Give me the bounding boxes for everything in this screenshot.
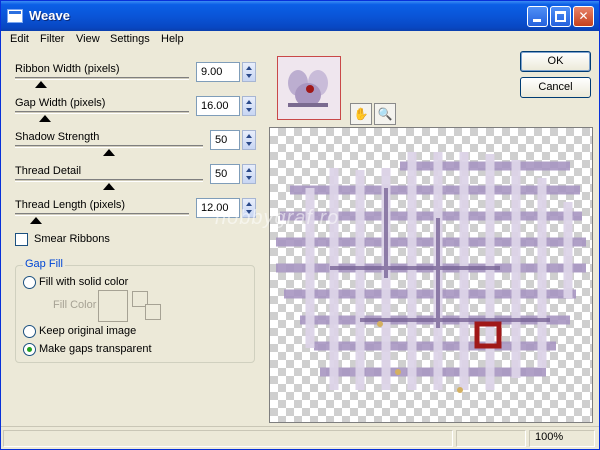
cancel-button[interactable]: Cancel xyxy=(520,77,591,98)
thread-length-thumb[interactable] xyxy=(29,217,42,224)
fill-solid-radio[interactable] xyxy=(23,276,36,289)
maximize-button[interactable] xyxy=(550,6,571,27)
ribbon-width-spinner[interactable] xyxy=(242,62,256,82)
smear-ribbons-checkbox[interactable] xyxy=(15,233,28,246)
shadow-strength-input[interactable] xyxy=(210,130,240,150)
menu-filter[interactable]: Filter xyxy=(40,33,64,45)
gap-width-thumb[interactable] xyxy=(38,115,51,122)
ribbon-width-input[interactable] xyxy=(196,62,240,82)
thread-detail-input[interactable] xyxy=(210,164,240,184)
zoom-tool-button[interactable]: 🔍 xyxy=(374,103,396,125)
transparent-label[interactable]: Make gaps transparent xyxy=(39,343,152,355)
menu-view[interactable]: View xyxy=(76,33,100,45)
fill-solid-label[interactable]: Fill with solid color xyxy=(39,276,128,288)
window-title: Weave xyxy=(29,8,70,23)
pan-tool-button[interactable]: ✋ xyxy=(350,103,372,125)
smear-ribbons-label[interactable]: Smear Ribbons xyxy=(34,233,110,245)
weave-preview-image xyxy=(276,152,586,393)
minimize-button[interactable] xyxy=(527,6,548,27)
hand-icon: ✋ xyxy=(353,107,369,121)
thumbnail-image xyxy=(278,57,340,119)
shadow-strength-spinner[interactable] xyxy=(242,130,256,150)
menu-edit[interactable]: Edit xyxy=(10,33,29,45)
window-icon xyxy=(7,9,23,23)
watermark: hobbygraf.ro xyxy=(215,207,340,229)
ok-button[interactable]: OK xyxy=(520,51,591,72)
magnifier-icon: 🔍 xyxy=(377,107,393,121)
fill-color-label: Fill Color xyxy=(53,299,97,311)
fill-color-swatch[interactable] xyxy=(98,290,128,322)
ribbon-width-thumb[interactable] xyxy=(35,81,48,88)
shadow-strength-slider[interactable] xyxy=(15,145,203,148)
thread-detail-label: Thread Detail xyxy=(15,165,82,177)
gap-width-slider[interactable] xyxy=(15,111,189,114)
maximize-icon xyxy=(555,11,566,22)
menu-bar: Edit Filter View Settings Help xyxy=(1,31,599,49)
thread-detail-slider[interactable] xyxy=(15,179,203,182)
zoom-level: 100% xyxy=(535,431,564,443)
gap-fill-title: Gap Fill xyxy=(23,258,65,270)
thread-length-label: Thread Length (pixels) xyxy=(15,199,126,211)
thread-detail-spinner[interactable] xyxy=(242,164,256,184)
navigator-thumbnail[interactable] xyxy=(277,56,341,120)
ribbon-width-label: Ribbon Width (pixels) xyxy=(15,63,120,75)
weave-dialog: Weave ✕ Edit Filter View Settings Help R… xyxy=(0,0,600,450)
transparent-radio[interactable] xyxy=(23,343,36,356)
title-bar[interactable]: Weave ✕ xyxy=(1,1,599,31)
shadow-strength-label: Shadow Strength xyxy=(15,131,100,143)
shadow-strength-thumb[interactable] xyxy=(103,149,115,156)
close-button[interactable]: ✕ xyxy=(573,6,594,27)
gap-width-label: Gap Width (pixels) xyxy=(15,97,106,109)
keep-original-label[interactable]: Keep original image xyxy=(39,325,136,337)
thread-length-slider[interactable] xyxy=(15,213,189,216)
gap-width-input[interactable] xyxy=(196,96,240,116)
gap-width-spinner[interactable] xyxy=(242,96,256,116)
ribbon-width-slider[interactable] xyxy=(15,77,189,80)
status-pane-main xyxy=(3,430,453,447)
menu-help[interactable]: Help xyxy=(161,33,184,45)
minimize-icon xyxy=(533,19,541,22)
status-bar xyxy=(1,426,599,449)
close-icon: ✕ xyxy=(578,9,589,23)
menu-settings[interactable]: Settings xyxy=(110,33,150,45)
preview-pane[interactable] xyxy=(269,127,593,423)
keep-original-radio[interactable] xyxy=(23,325,36,338)
status-pane-middle xyxy=(456,430,526,447)
thread-detail-thumb[interactable] xyxy=(103,183,115,190)
fill-color-secondary-front xyxy=(145,304,161,320)
